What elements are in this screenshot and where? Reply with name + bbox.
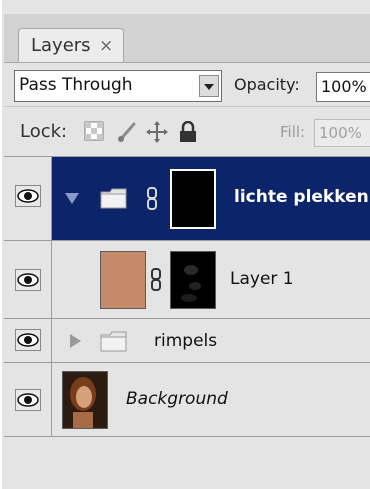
layer-row-rimpels[interactable]: rimpels xyxy=(4,319,370,363)
layer-mask-thumbnail[interactable] xyxy=(170,251,216,309)
background-thumbnail[interactable] xyxy=(62,371,108,429)
collapse-triangle-icon[interactable] xyxy=(68,333,82,349)
layer-row-lichte-plekken[interactable]: lichte plekken xyxy=(4,157,370,241)
eye-icon[interactable] xyxy=(15,389,41,411)
layers-panel: Layers × Pass Through Opacity: 100% Lock… xyxy=(0,0,370,489)
brush-icon[interactable] xyxy=(116,121,138,143)
visibility-cell[interactable] xyxy=(4,319,52,362)
fill-label: Fill: xyxy=(280,123,306,141)
opacity-label: Opacity: xyxy=(234,75,300,94)
fill-value: 100% xyxy=(319,124,362,142)
fill-field[interactable]: 100% xyxy=(314,119,370,147)
layer-name[interactable]: rimpels xyxy=(154,331,217,351)
opacity-field[interactable]: 100% xyxy=(316,72,370,102)
eye-icon[interactable] xyxy=(15,329,41,351)
layer-row-layer-1[interactable]: Layer 1 xyxy=(4,241,370,319)
blend-mode-select[interactable]: Pass Through xyxy=(14,70,222,102)
chevron-down-icon[interactable] xyxy=(199,75,219,97)
layer-name[interactable]: Background xyxy=(126,389,228,409)
layer-name[interactable]: Layer 1 xyxy=(230,269,294,289)
blend-mode-value: Pass Through xyxy=(19,75,133,95)
tab-layers-label: Layers xyxy=(31,35,91,56)
mask-link-icon[interactable] xyxy=(150,268,162,292)
move-icon[interactable] xyxy=(146,121,168,143)
mask-link-icon[interactable] xyxy=(146,187,158,211)
lock-transparency-icon[interactable] xyxy=(84,121,104,141)
eye-icon[interactable] xyxy=(15,269,41,291)
visibility-cell[interactable] xyxy=(4,157,52,240)
visibility-cell[interactable] xyxy=(4,363,52,436)
eye-icon[interactable] xyxy=(15,185,41,207)
layer-thumbnail[interactable] xyxy=(100,251,146,309)
layer-row-background[interactable]: Background xyxy=(4,363,370,437)
folder-icon xyxy=(100,188,127,209)
panel-tab-strip: Layers × xyxy=(4,14,370,63)
lock-row: Lock: Fill: 100% xyxy=(4,106,370,157)
visibility-cell[interactable] xyxy=(4,241,52,318)
mask-highlight xyxy=(181,265,201,302)
opacity-value: 100% xyxy=(321,77,367,96)
lock-label: Lock: xyxy=(20,121,68,142)
expand-triangle-icon[interactable] xyxy=(64,190,80,206)
layers-list: lichte plekken Layer 1 rimpels Backgroun… xyxy=(4,156,370,437)
layer-mask-thumbnail[interactable] xyxy=(170,169,216,229)
tab-close-icon[interactable]: × xyxy=(99,36,113,56)
tab-layers[interactable]: Layers × xyxy=(18,28,124,62)
portrait-image xyxy=(63,372,107,428)
layer-name[interactable]: lichte plekken xyxy=(234,187,369,207)
folder-icon xyxy=(100,331,127,352)
padlock-icon[interactable] xyxy=(178,121,198,143)
